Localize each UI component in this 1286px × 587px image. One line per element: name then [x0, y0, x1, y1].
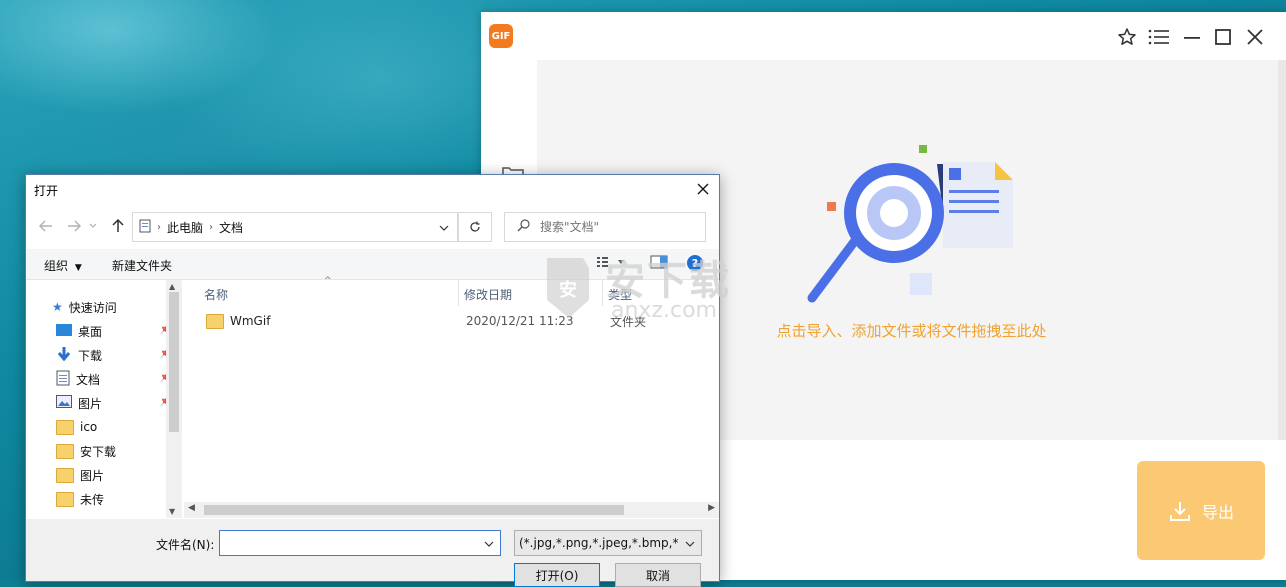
- filename-label: 文件名(N):: [156, 538, 215, 552]
- tree-label: 桌面: [78, 324, 103, 339]
- pc-document-icon: [139, 219, 151, 236]
- tree-label: 图片: [80, 468, 105, 483]
- document-icon: [56, 370, 70, 389]
- tree-item-pictures[interactable]: 图片 📌: [56, 392, 172, 414]
- tree-scrollbar[interactable]: ▲ ▼: [166, 280, 182, 518]
- folder-icon: [206, 313, 224, 329]
- tree-item-folder[interactable]: 安下载: [56, 440, 166, 462]
- column-header-modified[interactable]: 修改日期: [464, 286, 512, 303]
- dialog-title: 打开: [34, 184, 59, 198]
- breadcrumb-separator-icon: ›: [209, 221, 214, 233]
- dialog-close-icon[interactable]: [691, 178, 715, 200]
- search-icon: [517, 219, 530, 235]
- folder-icon: [56, 467, 74, 483]
- tree-item-quick-access[interactable]: ★ 快速访问: [52, 296, 162, 318]
- file-list-hscrollbar[interactable]: ◀ ▶: [184, 502, 719, 518]
- help-icon[interactable]: ?: [686, 254, 704, 275]
- download-icon: [1169, 501, 1190, 521]
- tree-label: 文档: [76, 372, 101, 387]
- picture-icon: [56, 395, 72, 411]
- sort-up-icon: ^: [324, 276, 332, 286]
- cancel-button[interactable]: 取消: [615, 563, 701, 587]
- view-options-icon[interactable]: [596, 255, 626, 272]
- address-bar[interactable]: › 此电脑 › 文档: [132, 212, 458, 242]
- tree-scrollbar-thumb[interactable]: [169, 292, 179, 432]
- scroll-right-icon[interactable]: ▶: [708, 503, 715, 513]
- dialog-toolbar: 组织 ▼ 新建文件夹 ?: [26, 249, 719, 280]
- search-input[interactable]: [538, 219, 692, 235]
- dialog-bottom-bar: 文件名(N): (*.jpg,*.png,*.jpeg,*.bmp,*.gif)…: [26, 519, 719, 587]
- tree-item-documents[interactable]: 文档 📌: [56, 368, 172, 390]
- filename-dropdown-icon[interactable]: [484, 536, 494, 550]
- menu-icon[interactable]: [1146, 24, 1172, 50]
- preview-pane-icon[interactable]: [650, 255, 668, 272]
- tree-label: 下载: [78, 348, 103, 363]
- folder-icon: [56, 491, 74, 507]
- file-list: 名称 ^ 修改日期 类型 WmGif 2020/12/21 11:23 文件夹: [184, 276, 719, 518]
- navigation-bar: › 此电脑 › 文档: [26, 209, 719, 243]
- column-header-type[interactable]: 类型: [608, 286, 632, 303]
- tree-item-folder[interactable]: 图片: [56, 464, 166, 486]
- filetype-select[interactable]: (*.jpg,*.png,*.jpeg,*.bmp,*.gif): [514, 530, 702, 556]
- recent-locations-chevron-icon[interactable]: [88, 217, 98, 235]
- back-arrow-icon[interactable]: [36, 217, 56, 235]
- tree-label: ico: [80, 420, 98, 434]
- tree-label: 安下载: [80, 444, 117, 459]
- hscrollbar-thumb[interactable]: [204, 505, 624, 515]
- refresh-icon[interactable]: [458, 212, 492, 242]
- filename-combobox[interactable]: [219, 530, 501, 556]
- maximize-icon[interactable]: [1210, 24, 1236, 50]
- open-file-dialog: 打开 › 此电脑 › 文档 搜索"文档" 组织 ▼ 新建文件夹 ? ★ 快速访问…: [25, 174, 720, 587]
- column-header-name[interactable]: 名称: [204, 286, 228, 303]
- export-label: 导出: [1201, 502, 1234, 522]
- new-folder-button[interactable]: 新建文件夹: [112, 257, 172, 274]
- app-scrollbar[interactable]: [1278, 60, 1286, 440]
- file-row[interactable]: WmGif 2020/12/21 11:23 文件夹: [198, 310, 718, 332]
- tree-item-folder[interactable]: 未传: [56, 488, 166, 510]
- scroll-up-icon[interactable]: ▲: [169, 282, 175, 291]
- download-arrow-icon: [56, 346, 72, 364]
- filetype-dropdown-icon[interactable]: [685, 536, 695, 550]
- column-separator[interactable]: [602, 280, 603, 306]
- breadcrumb-documents[interactable]: 文档: [219, 219, 243, 236]
- folder-icon: [56, 443, 74, 459]
- breadcrumb-this-pc[interactable]: 此电脑: [167, 219, 203, 236]
- svg-text:?: ?: [692, 257, 698, 270]
- navigation-tree: ★ 快速访问 桌面 📌 下载 📌 文档 📌 图片 📌 ico: [26, 280, 182, 518]
- filename-input[interactable]: [224, 532, 478, 554]
- favorite-star-icon[interactable]: [1114, 24, 1140, 50]
- forward-arrow-icon[interactable]: [64, 217, 84, 235]
- organize-button[interactable]: 组织 ▼: [44, 257, 82, 274]
- desktop-icon: [56, 323, 72, 339]
- app-logo: GIF: [489, 24, 513, 48]
- tree-item-folder[interactable]: ico: [56, 416, 166, 438]
- minimize-icon[interactable]: [1179, 24, 1205, 50]
- tree-label: 快速访问: [68, 300, 117, 315]
- folder-icon: [56, 419, 74, 435]
- close-icon[interactable]: [1242, 24, 1268, 50]
- tree-label: 图片: [78, 396, 103, 411]
- file-modified: 2020/12/21 11:23: [466, 314, 574, 328]
- tree-item-downloads[interactable]: 下载 📌: [56, 344, 172, 366]
- export-button[interactable]: 导出: [1137, 461, 1265, 560]
- file-type: 文件夹: [610, 314, 647, 329]
- organize-dropdown-icon: ▼: [74, 263, 82, 273]
- file-name: WmGif: [230, 314, 271, 328]
- up-arrow-icon[interactable]: [108, 217, 128, 235]
- tree-item-desktop[interactable]: 桌面 📌: [56, 320, 172, 342]
- star-icon: ★: [52, 300, 63, 314]
- filetype-value: (*.jpg,*.png,*.jpeg,*.bmp,*.gif): [519, 536, 679, 550]
- open-button[interactable]: 打开(O): [514, 563, 600, 587]
- search-box[interactable]: [504, 212, 706, 242]
- import-illustration-icon: [807, 145, 1013, 303]
- column-separator[interactable]: [458, 280, 459, 306]
- address-dropdown-icon[interactable]: [439, 220, 449, 234]
- organize-label: 组织: [44, 259, 69, 273]
- breadcrumb-separator-icon: ›: [157, 221, 161, 233]
- scroll-down-icon[interactable]: ▼: [169, 507, 175, 516]
- tree-label: 未传: [80, 492, 105, 507]
- scroll-left-icon[interactable]: ◀: [188, 503, 195, 513]
